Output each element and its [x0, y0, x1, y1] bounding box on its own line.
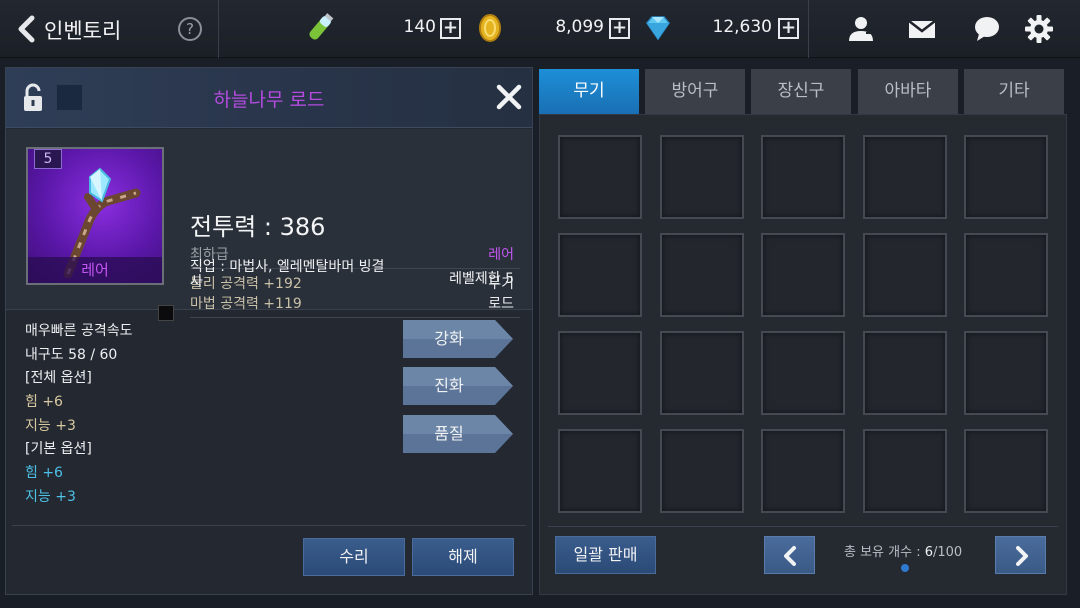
inventory-slot[interactable]: [964, 233, 1048, 317]
inventory-slot[interactable]: [761, 429, 845, 513]
divider: [218, 0, 219, 58]
page-title: 인벤토리: [44, 19, 122, 43]
evolve-label: 진화: [434, 376, 464, 395]
chevron-right-icon: [1016, 546, 1028, 566]
chevron-left-icon: [784, 546, 796, 566]
item-rarity: 레어: [488, 247, 514, 263]
add-diamond-button[interactable]: +: [778, 18, 799, 39]
job-requirement: 직업 : 마법사, 엘레멘탈바머 빙결사: [190, 259, 385, 290]
option-line: [기본 옵션]: [25, 441, 92, 458]
friends-icon[interactable]: [846, 14, 876, 44]
count-label: 총 보유 개수 :: [844, 545, 925, 560]
item-detail-panel: 하늘나무 로드 5 레어 전투력 : 386 최하급 레어 물리 공격력 +19…: [5, 67, 533, 595]
diamond-gem-icon: [646, 16, 670, 41]
inventory-slot[interactable]: [862, 331, 947, 415]
bulk-sell-button[interactable]: 일괄 판매: [555, 536, 656, 574]
inventory-slot[interactable]: [964, 331, 1048, 415]
tab-armor[interactable]: 방어구: [645, 69, 745, 114]
stamina-potion-icon: [309, 13, 334, 40]
enhance-button[interactable]: 강화: [403, 320, 513, 358]
item-thumbnail[interactable]: 5 레어: [26, 147, 164, 285]
top-bar: 인벤토리 ? 140 + 8,099 + 12,630 +: [0, 0, 1080, 58]
inventory-panel: [539, 114, 1067, 595]
tab-accessory[interactable]: 장신구: [751, 69, 851, 114]
divider: [190, 317, 520, 318]
combat-power: 전투력 : 386: [190, 213, 326, 241]
count-total: /100: [933, 545, 963, 560]
inventory-slot[interactable]: [558, 135, 642, 219]
option-line: 지능 +3: [25, 417, 76, 434]
gold-value: 8,099: [555, 17, 604, 37]
enhance-label: 강화: [434, 329, 464, 348]
inventory-slot[interactable]: [761, 135, 845, 219]
item-options: 매우빠른 공격속도 내구도 58 / 60 [전체 옵션] 힘 +6 지능 +3…: [25, 321, 133, 511]
item-subtype: 로드: [488, 296, 514, 312]
next-page-button[interactable]: [995, 536, 1046, 574]
option-line: 힘 +6: [25, 394, 63, 411]
option-line: 지능 +3: [25, 488, 76, 505]
tab-etc[interactable]: 기타: [964, 69, 1064, 114]
item-count: 총 보유 개수 : 6/100: [844, 541, 962, 560]
divider: [808, 0, 809, 58]
quality-button[interactable]: 품질: [403, 415, 513, 453]
inventory-slot[interactable]: [659, 135, 744, 219]
option-line: 내구도 58 / 60: [25, 346, 118, 363]
evolve-button[interactable]: 진화: [403, 367, 513, 405]
close-icon[interactable]: [494, 82, 524, 112]
count-current: 6: [924, 545, 933, 560]
help-button[interactable]: ?: [178, 17, 202, 41]
tab-avatar[interactable]: 아바타: [858, 69, 958, 114]
inventory-slot[interactable]: [558, 331, 642, 415]
item-rarity-strip: 레어: [28, 257, 162, 283]
inventory-slot[interactable]: [558, 429, 642, 513]
inventory-slot[interactable]: [659, 331, 744, 415]
mail-icon[interactable]: [907, 14, 937, 44]
unequip-button[interactable]: 해제: [412, 538, 514, 576]
inventory-slot[interactable]: [862, 429, 947, 513]
gold-coin-icon: [479, 14, 501, 42]
tab-weapon[interactable]: 무기: [539, 69, 639, 114]
inventory-slot[interactable]: [659, 233, 744, 317]
quality-label: 품질: [434, 424, 464, 443]
repair-button[interactable]: 수리: [303, 538, 405, 576]
item-slot-marker: [158, 305, 174, 321]
back-arrow-icon[interactable]: [14, 14, 40, 44]
option-line: 힘 +6: [25, 465, 63, 482]
settings-gear-icon[interactable]: [1024, 14, 1054, 44]
add-stamina-button[interactable]: +: [440, 18, 461, 39]
option-line: 매우빠른 공격속도: [25, 323, 133, 339]
add-gold-button[interactable]: +: [609, 18, 630, 39]
inventory-slot[interactable]: [964, 429, 1048, 513]
diamond-value: 12,630: [712, 17, 772, 37]
stamina-value: 140: [403, 17, 436, 37]
item-name: 하늘나무 로드: [213, 89, 325, 111]
prev-page-button[interactable]: [764, 536, 815, 574]
divider: [548, 526, 1058, 527]
chat-icon[interactable]: [972, 14, 1002, 44]
inventory-slot[interactable]: [558, 233, 642, 317]
inventory-slot[interactable]: [964, 135, 1048, 219]
inventory-slot[interactable]: [659, 429, 744, 513]
inventory-slot[interactable]: [761, 233, 845, 317]
inventory-slot[interactable]: [862, 233, 947, 317]
option-line: [전체 옵션]: [25, 370, 92, 387]
page-indicator-dot: [901, 564, 909, 572]
inventory-slot[interactable]: [761, 331, 845, 415]
item-summary: 5 레어 전투력 : 386 최하급 레어 물리 공격력 +192 무기 마법 …: [6, 129, 532, 321]
level-limit: 레벨제한 5: [449, 271, 514, 287]
inventory-slot[interactable]: [862, 135, 947, 219]
magic-attack-stat: 마법 공격력 +119: [190, 296, 302, 312]
item-level-badge: 5: [34, 149, 62, 169]
divider: [12, 525, 526, 526]
item-panel-header: 하늘나무 로드: [6, 68, 532, 128]
